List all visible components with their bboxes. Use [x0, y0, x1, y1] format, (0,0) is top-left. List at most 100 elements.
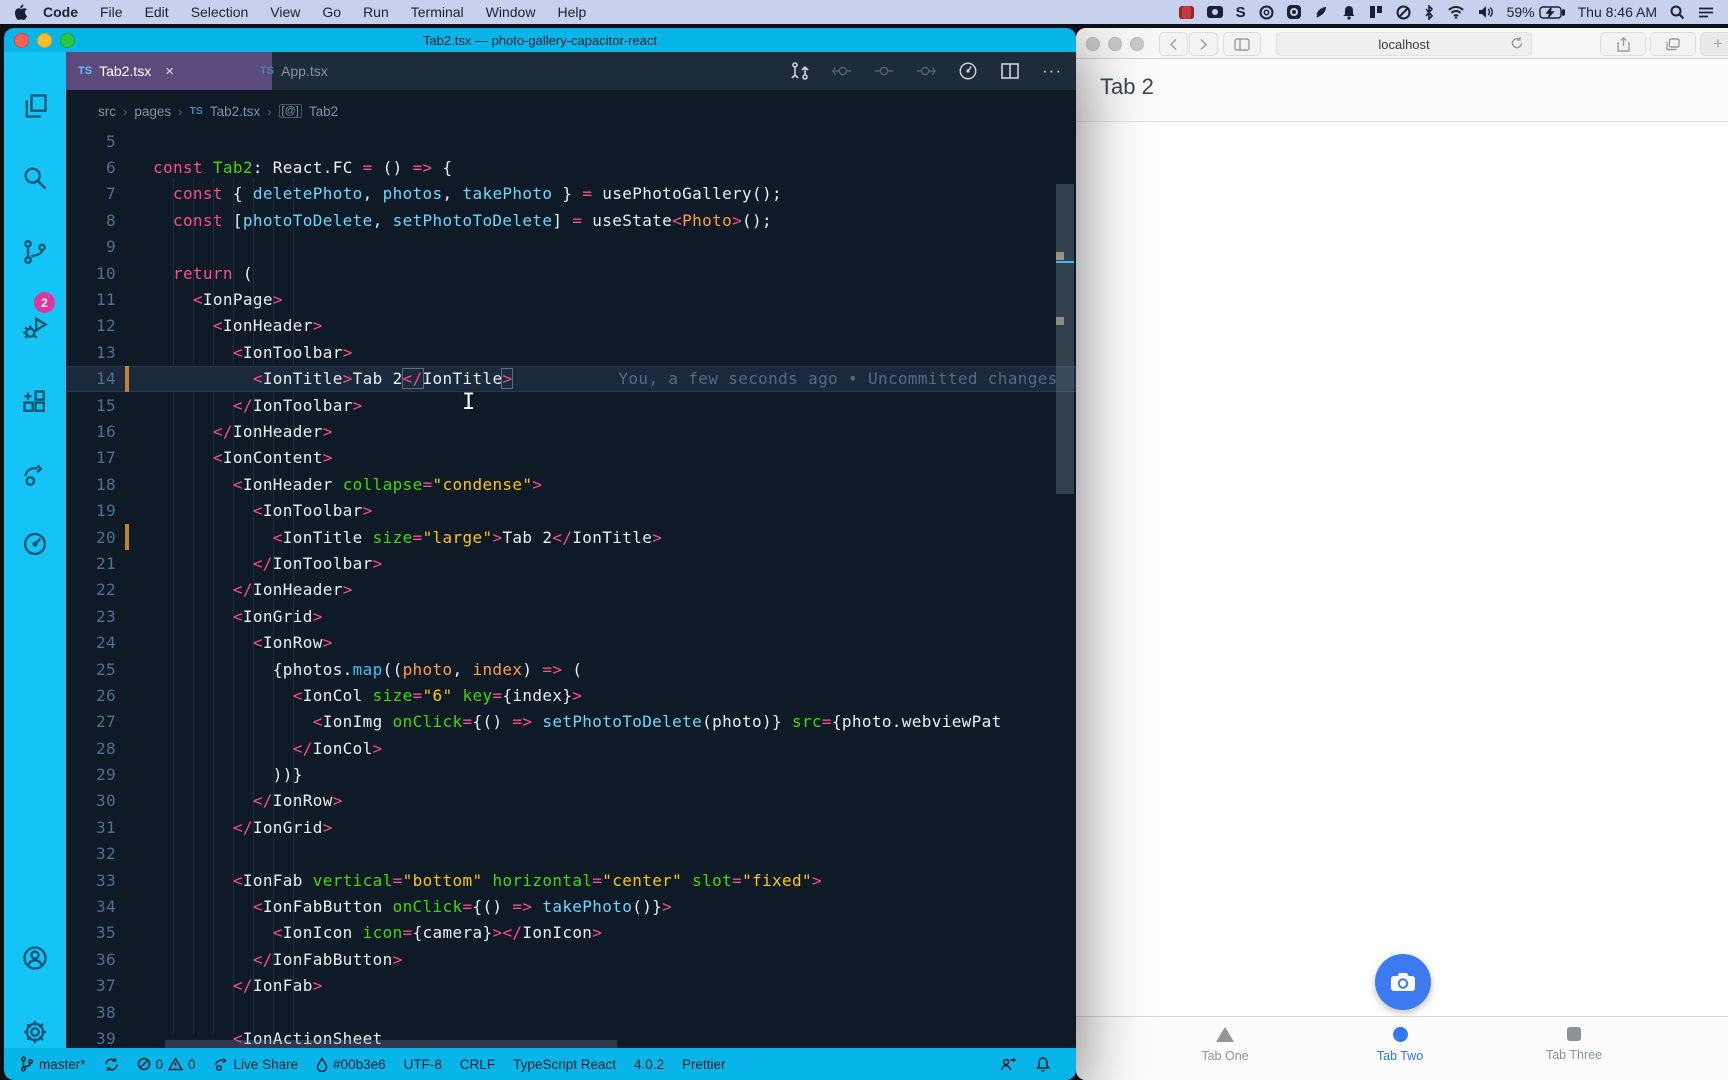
code-line[interactable]: 8 const [photoToDelete, setPhotoToDelete… [66, 207, 1076, 233]
minimize-window-button[interactable] [1108, 37, 1122, 51]
tab-one-button[interactable]: Tab One [1155, 1027, 1295, 1063]
close-window-button[interactable] [1086, 37, 1100, 51]
code-line[interactable]: 22 </IonHeader> [66, 577, 1076, 603]
camera-fab-button[interactable] [1375, 954, 1431, 1010]
split-editor-icon[interactable] [1000, 61, 1020, 81]
code-line[interactable]: 18 <IonHeader collapse="condense"> [66, 471, 1076, 497]
share-button[interactable] [1600, 32, 1646, 56]
bluetooth-icon[interactable] [1424, 4, 1434, 20]
close-tab-icon[interactable]: × [165, 63, 174, 80]
vscode-titlebar[interactable]: Tab2.tsx — photo-gallery-capacitor-react [4, 28, 1076, 52]
rocket-icon[interactable] [1314, 4, 1329, 20]
zoom-window-button[interactable] [60, 33, 75, 48]
breadcrumb-src[interactable]: src [98, 104, 116, 119]
menu-file[interactable]: File [89, 4, 134, 20]
code-line[interactable]: 30 </IonRow> [66, 788, 1076, 814]
zoom-window-button[interactable] [1130, 37, 1144, 51]
menu-terminal[interactable]: Terminal [400, 4, 475, 20]
lens-square-icon[interactable] [1286, 4, 1301, 20]
battery-indicator[interactable]: 59% [1507, 4, 1565, 20]
wifi-icon[interactable] [1447, 4, 1465, 20]
code-line[interactable]: 33 <IonFab vertical="bottom" horizontal=… [66, 867, 1076, 893]
back-button[interactable] [1159, 32, 1188, 56]
code-line[interactable]: 32 [66, 841, 1076, 867]
code-line[interactable]: 14 <IonTitle>Tab 2</IonTitle> You, a few … [66, 365, 1076, 392]
encoding-status[interactable]: UTF-8 [404, 1057, 442, 1072]
problems-status[interactable]: 0 0 [137, 1057, 196, 1072]
account-icon[interactable] [21, 944, 49, 972]
spotlight-icon[interactable] [1670, 4, 1685, 20]
open-changes-icon[interactable] [790, 61, 810, 81]
live-share-status[interactable]: Live Share [214, 1057, 298, 1072]
s-app-icon[interactable]: S [1236, 4, 1246, 21]
menu-selection[interactable]: Selection [180, 4, 260, 20]
ts-version-status[interactable]: 4.0.2 [634, 1057, 664, 1072]
columns-icon[interactable] [1369, 4, 1383, 20]
code-line[interactable]: 7 const { deletePhoto, photos, takePhoto… [66, 181, 1076, 207]
formatter-status[interactable]: Prettier [682, 1057, 726, 1072]
code-line[interactable]: 16 </IonHeader> [66, 418, 1076, 444]
code-line[interactable]: 21 </IonToolbar> [66, 550, 1076, 576]
tab-app-tsx[interactable]: TS App.tsx [248, 52, 450, 90]
new-tab-button[interactable]: + [1700, 32, 1728, 56]
tab-tab2-tsx[interactable]: TS Tab2.tsx × [66, 52, 272, 90]
navigate-forward-icon[interactable] [916, 61, 937, 81]
menu-edit[interactable]: Edit [134, 4, 180, 20]
vertical-scrollbar[interactable] [1056, 184, 1074, 494]
run-debug-icon[interactable] [21, 314, 49, 342]
git-branch-status[interactable]: master* [20, 1056, 86, 1072]
navigate-position-icon[interactable] [874, 61, 894, 81]
breadcrumb-symbol[interactable]: Tab2 [309, 104, 338, 119]
menu-code[interactable]: Code [32, 4, 89, 20]
code-line[interactable]: 12 <IonHeader> [66, 313, 1076, 339]
code-line[interactable]: 13 <IonToolbar> [66, 339, 1076, 365]
bell-menu-icon[interactable] [1342, 4, 1356, 20]
feedback-icon[interactable] [999, 1056, 1016, 1072]
breadcrumb-file[interactable]: Tab2.tsx [210, 104, 260, 119]
menu-clock[interactable]: Thu 8:46 AM [1578, 4, 1657, 20]
language-mode-status[interactable]: TypeScript React [513, 1057, 616, 1072]
tab-three-button[interactable]: Tab Three [1504, 1027, 1644, 1062]
extensions-icon[interactable] [21, 388, 49, 416]
source-control-icon[interactable] [21, 238, 49, 266]
code-line[interactable]: 17 <IonContent> [66, 445, 1076, 471]
live-server-icon[interactable] [21, 530, 49, 558]
code-line[interactable]: 35 <IonIcon icon={camera}></IonIcon> [66, 920, 1076, 946]
refresh-icon[interactable] [1510, 36, 1524, 53]
menu-go[interactable]: Go [311, 4, 352, 20]
code-line[interactable]: 6 const Tab2: React.FC = () => { [66, 154, 1076, 180]
code-line[interactable]: 5 [66, 132, 1076, 154]
menu-help[interactable]: Help [546, 4, 597, 20]
notifications-bell-icon[interactable] [1036, 1056, 1050, 1072]
do-not-disturb-icon[interactable] [1396, 4, 1411, 20]
menu-window[interactable]: Window [475, 4, 547, 20]
tab-overview-button[interactable] [1650, 32, 1696, 56]
code-line[interactable]: 11 <IonPage> [66, 286, 1076, 312]
code-line[interactable]: 20 <IonTitle size="large">Tab 2</IonTitl… [66, 524, 1076, 550]
code-line[interactable]: 37 </IonFab> [66, 973, 1076, 999]
more-actions-icon[interactable]: ··· [1042, 61, 1062, 81]
volume-icon[interactable] [1478, 4, 1494, 20]
sync-status[interactable] [104, 1057, 119, 1072]
breadcrumb-pages[interactable]: pages [134, 104, 171, 119]
navigate-back-icon[interactable] [832, 61, 852, 81]
code-line[interactable]: 34 <IonFabButton onClick={() => takePhot… [66, 893, 1076, 919]
eol-status[interactable]: CRLF [460, 1057, 495, 1072]
minimize-window-button[interactable] [37, 33, 52, 48]
search-icon[interactable] [21, 164, 49, 192]
code-line[interactable]: 9 [66, 234, 1076, 260]
code-line[interactable]: 10 return ( [66, 260, 1076, 286]
close-window-button[interactable] [14, 33, 29, 48]
run-file-icon[interactable] [958, 61, 978, 81]
tab-two-button[interactable]: Tab Two [1330, 1027, 1470, 1063]
camera-menu-icon[interactable] [1206, 4, 1223, 20]
ring-icon[interactable] [1259, 4, 1274, 20]
code-line[interactable]: 15 </IonToolbar> [66, 392, 1076, 418]
code-line[interactable]: 26 <IonCol size="6" key={index}> [66, 682, 1076, 708]
code-line[interactable]: 36 </IonFabButton> [66, 946, 1076, 972]
address-bar[interactable]: localhost [1276, 32, 1532, 56]
code-line[interactable]: 19 <IonToolbar> [66, 497, 1076, 523]
explorer-icon[interactable] [21, 92, 49, 120]
forward-button[interactable] [1189, 32, 1218, 56]
live-share-icon[interactable] [21, 460, 49, 488]
